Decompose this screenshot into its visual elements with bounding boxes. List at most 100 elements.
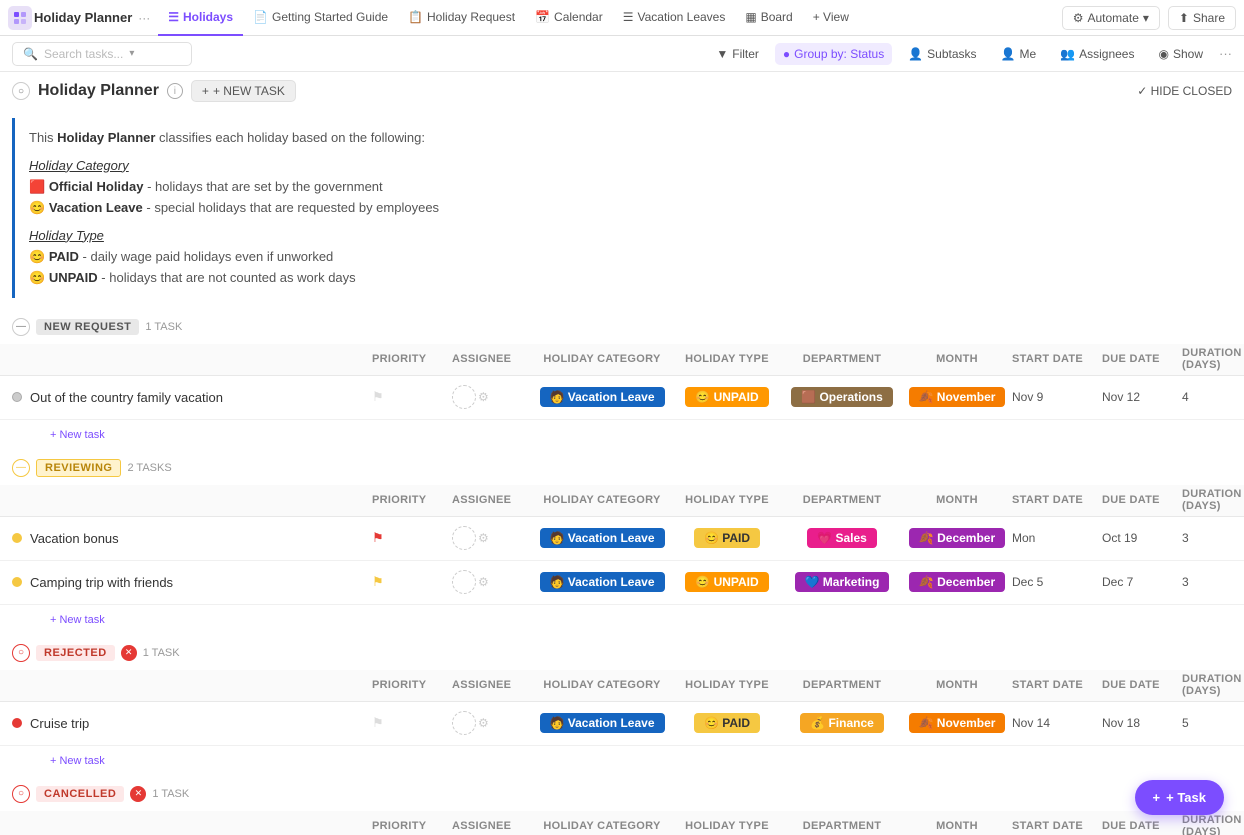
month-tag[interactable]: 🍂 November: [909, 713, 1006, 733]
filter-button[interactable]: ▼ Filter: [708, 43, 767, 65]
info-icon[interactable]: i: [167, 83, 183, 99]
holiday-type-tag[interactable]: 😊 PAID: [694, 528, 760, 548]
holiday-category-tag[interactable]: 🧑 Vacation Leave: [540, 387, 665, 407]
add-task-btn[interactable]: + New task: [42, 751, 113, 771]
month-tag[interactable]: 🍂 December: [909, 572, 1005, 592]
holiday-category-tag[interactable]: 🧑 Vacation Leave: [540, 528, 665, 548]
task-name-cell: Camping trip with friends: [12, 575, 372, 590]
tab-getting-started[interactable]: 📄 Getting Started Guide: [243, 0, 398, 36]
department-tag[interactable]: 💗 Sales: [807, 528, 877, 548]
duration-cell: 3: [1182, 531, 1232, 545]
col-month-header: MONTH: [902, 353, 1012, 365]
holiday-category-tag[interactable]: 🧑 Vacation Leave: [540, 572, 665, 592]
col-htype-header: HOLIDAY TYPE: [672, 820, 782, 832]
holiday-type-tag[interactable]: 😊 UNPAID: [685, 387, 768, 407]
department-tag[interactable]: 🟫 Operations: [791, 387, 893, 407]
department-cell: 💰 Finance: [782, 713, 902, 733]
month-tag[interactable]: 🍂 December: [909, 528, 1005, 548]
col-assignee-header: ASSIGNEE: [452, 820, 532, 832]
start-date-cell: Nov 14: [1012, 716, 1102, 730]
department-tag[interactable]: 💰 Finance: [800, 713, 884, 733]
priority-flag-icon: ⚑: [372, 715, 384, 731]
department-tag[interactable]: 💙 Marketing: [795, 572, 890, 592]
info-line1: This Holiday Planner classifies each hol…: [29, 128, 1218, 148]
subtasks-button[interactable]: 👤 Subtasks: [900, 43, 984, 65]
add-task-btn[interactable]: + New task: [42, 425, 113, 445]
cancelled-label: CANCELLED: [36, 786, 124, 802]
holiday-category-cell: 🧑 Vacation Leave: [532, 528, 672, 548]
tab-vacation-leaves[interactable]: ☰ Vacation Leaves: [613, 0, 736, 36]
section-cancelled: ○ CANCELLED ✕ 1 TASK PRIORITY ASSIGNEE H…: [0, 777, 1244, 835]
calendar-icon: 📅: [535, 10, 550, 24]
month-cell: 🍂 December: [902, 572, 1012, 592]
section-rejected: ○ REJECTED ✕ 1 TASK PRIORITY ASSIGNEE HO…: [0, 636, 1244, 773]
toolbar: 🔍 Search tasks... ▾ ▼ Filter ● Group by:…: [0, 36, 1244, 72]
app-menu-dots[interactable]: ···: [138, 11, 150, 25]
search-icon: 🔍: [23, 47, 38, 61]
show-button[interactable]: ◉ Show: [1150, 43, 1211, 65]
hide-closed-button[interactable]: ✓ HIDE CLOSED: [1137, 84, 1232, 98]
show-icon: ◉: [1158, 47, 1168, 61]
search-input[interactable]: 🔍 Search tasks... ▾: [12, 42, 192, 66]
col-hcat-header: HOLIDAY CATEGORY: [532, 353, 672, 365]
toolbar-more-icon[interactable]: ···: [1219, 46, 1232, 61]
task-name-cell: Out of the country family vacation: [12, 390, 372, 405]
holiday-type-tag[interactable]: 😊 UNPAID: [685, 572, 768, 592]
rejected-task-count: 1 TASK: [143, 647, 180, 659]
assignee-cell: ⚙: [452, 526, 532, 550]
task-name-cell: Vacation bonus: [12, 531, 372, 546]
automate-button[interactable]: ⚙ Automate ▾: [1062, 6, 1160, 30]
add-task-fab[interactable]: + + Task: [1135, 780, 1224, 815]
cancelled-task-count: 1 TASK: [152, 788, 189, 800]
priority-flag-icon: ⚑: [372, 530, 384, 546]
col-month-header: MONTH: [902, 494, 1012, 506]
task-name[interactable]: Vacation bonus: [30, 531, 119, 546]
unpaid-line: 😊 UNPAID - holidays that are not counted…: [29, 268, 1218, 288]
nav-tabs: ☰ Holidays 📄 Getting Started Guide 📋 Hol…: [158, 0, 859, 36]
plus-view-btn[interactable]: + View: [803, 0, 859, 36]
table-row: Cruise trip ⚑ ⚙ 🧑 Vacation Leave 😊 PAID …: [0, 702, 1244, 746]
col-assignee-header: ASSIGNEE: [452, 494, 532, 506]
collapse-planner-btn[interactable]: ○: [12, 82, 30, 100]
add-task-btn[interactable]: + New task: [42, 610, 113, 630]
new-task-header-button[interactable]: + + NEW TASK: [191, 80, 296, 102]
share-button[interactable]: ⬆ Share: [1168, 6, 1236, 30]
task-status-dot: [12, 392, 22, 402]
task-name[interactable]: Out of the country family vacation: [30, 390, 223, 405]
collapse-new-request-btn[interactable]: —: [12, 318, 30, 336]
tab-holidays[interactable]: ☰ Holidays: [158, 0, 243, 36]
holiday-category-tag[interactable]: 🧑 Vacation Leave: [540, 713, 665, 733]
department-cell: 💗 Sales: [782, 528, 902, 548]
avatar: [452, 570, 476, 594]
tab-board[interactable]: ▦ Board: [735, 0, 802, 36]
top-nav: Holiday Planner ··· ☰ Holidays 📄 Getting…: [0, 0, 1244, 36]
new-request-task-count: 1 TASK: [145, 321, 182, 333]
new-request-label: NEW REQUEST: [36, 319, 139, 335]
holiday-type-tag[interactable]: 😊 PAID: [694, 713, 760, 733]
tab-calendar[interactable]: 📅 Calendar: [525, 0, 613, 36]
holiday-type-cell: 😊 UNPAID: [672, 572, 782, 592]
month-cell: 🍂 December: [902, 528, 1012, 548]
cancelled-icon: ✕: [130, 786, 146, 802]
tab-holiday-request[interactable]: 📋 Holiday Request: [398, 0, 525, 36]
collapse-rejected-btn[interactable]: ○: [12, 644, 30, 662]
col-month-header: MONTH: [902, 679, 1012, 691]
assignee-cell: ⚙: [452, 385, 532, 409]
me-button[interactable]: 👤 Me: [993, 43, 1045, 65]
month-tag[interactable]: 🍂 November: [909, 387, 1006, 407]
group-by-button[interactable]: ● Group by: Status: [775, 43, 892, 65]
share-icon: ⬆: [1179, 11, 1189, 25]
collapse-reviewing-btn[interactable]: —: [12, 459, 30, 477]
rejected-icon: ✕: [121, 645, 137, 661]
task-name[interactable]: Camping trip with friends: [30, 575, 173, 590]
holiday-type-cell: 😊 UNPAID: [672, 387, 782, 407]
priority-cell: ⚑: [372, 715, 452, 731]
collapse-cancelled-btn[interactable]: ○: [12, 785, 30, 803]
priority-flag-icon: ⚑: [372, 574, 384, 590]
col-dept-header: DEPARTMENT: [782, 820, 902, 832]
reviewing-task-count: 2 TASKS: [127, 462, 171, 474]
task-name[interactable]: Cruise trip: [30, 716, 89, 731]
col-assignee-header: ASSIGNEE: [452, 353, 532, 365]
due-date-cell: Nov 18: [1102, 716, 1182, 730]
assignees-button[interactable]: 👥 Assignees: [1052, 43, 1142, 65]
